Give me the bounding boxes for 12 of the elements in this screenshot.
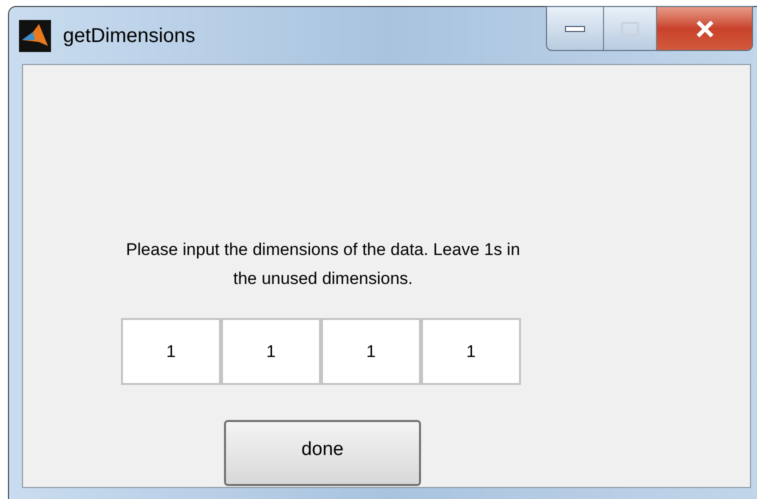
dimension-field[interactable]: 1 — [321, 318, 421, 385]
dimension-field[interactable]: 1 — [421, 318, 521, 385]
close-button[interactable] — [657, 7, 752, 50]
dimension-field[interactable]: 1 — [121, 318, 221, 385]
minimize-button[interactable] — [547, 7, 604, 50]
dimension-field[interactable]: 1 — [221, 318, 321, 385]
done-button[interactable]: done — [224, 420, 421, 486]
app-logo-icon — [19, 20, 51, 52]
close-icon — [694, 20, 714, 38]
window-title: getDimensions — [63, 24, 196, 48]
instruction-text: Please input the dimensions of the data. Leave 1s in the unused dimensions. — [124, 239, 522, 290]
minimize-icon — [565, 26, 585, 32]
